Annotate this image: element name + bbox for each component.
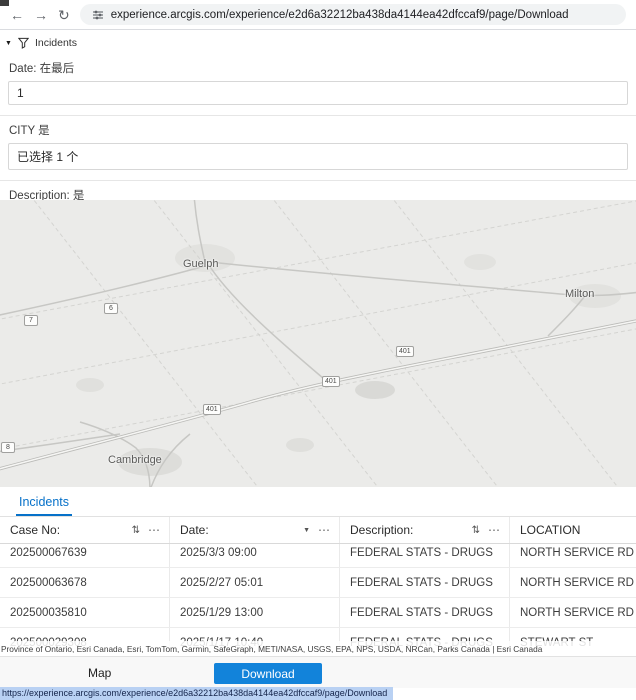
filter-header: ▼ Incidents	[0, 30, 636, 54]
filter-group-city: CITY 是 已选择 1 个	[0, 116, 636, 181]
city-select[interactable]: 已选择 1 个	[8, 143, 628, 170]
table-row[interactable]: 202500063678 2025/2/27 05:01 FEDERAL STA…	[0, 568, 636, 598]
download-button[interactable]: Download	[214, 663, 322, 684]
map-label-cambridge: Cambridge	[108, 454, 162, 466]
forward-button[interactable]: →	[34, 8, 48, 22]
date-value-input[interactable]: 1	[8, 81, 628, 105]
list-tab-bar: Incidents	[0, 487, 636, 517]
address-bar[interactable]: experience.arcgis.com/experience/e2d6a32…	[79, 4, 626, 25]
table-body: 202500067639 2025/3/3 09:00 FEDERAL STAT…	[0, 538, 636, 648]
highway-shield-8-icon: 8	[1, 442, 15, 453]
map-attribution: Province of Ontario, Esri Canada, Esri, …	[0, 641, 636, 656]
highway-shield-401-icon: 401	[322, 376, 340, 387]
map-roads	[0, 200, 636, 487]
table-header: Case No: ⇅ ⋯ Date: ▼ ⋯ Description: ⇅ ⋯ …	[0, 517, 636, 544]
url-text: experience.arcgis.com/experience/e2d6a32…	[110, 8, 569, 21]
window-corner-artifact	[0, 0, 9, 6]
column-menu-icon[interactable]: ⋯	[488, 523, 500, 537]
cell-description: FEDERAL STATS - DRUGS	[340, 568, 510, 597]
cell-location: NORTH SERVICE RD E	[520, 576, 636, 589]
sort-desc-icon[interactable]: ▼	[303, 527, 310, 534]
col-header-location: LOCATION	[520, 523, 581, 537]
cell-case-no: 202500035810	[0, 598, 170, 627]
sort-icon[interactable]: ⇅	[472, 525, 480, 536]
col-header-date: Date:	[180, 523, 209, 537]
column-menu-icon[interactable]: ⋯	[318, 523, 330, 537]
table-row[interactable]: 202500035810 2025/1/29 13:00 FEDERAL STA…	[0, 598, 636, 628]
filter-title: Incidents	[34, 37, 77, 49]
column-menu-icon[interactable]: ⋯	[148, 523, 160, 537]
cell-case-no: 202500063678	[0, 568, 170, 597]
col-header-case-no: Case No:	[10, 523, 61, 537]
cell-date: 2025/1/29 13:00	[170, 598, 340, 627]
map-label-milton: Milton	[565, 288, 595, 300]
reload-button[interactable]: ↻	[58, 8, 70, 22]
highway-shield-7-icon: 7	[24, 315, 38, 326]
highway-shield-401-icon: 401	[396, 346, 414, 357]
collapse-caret-icon[interactable]: ▼	[5, 40, 12, 47]
browser-toolbar: ← → ↻ experience.arcgis.com/experience/e…	[0, 0, 636, 30]
filter-funnel-icon	[17, 37, 29, 49]
col-header-description: Description:	[350, 523, 414, 537]
filter-label-date: Date: 在最后	[9, 63, 75, 75]
highway-shield-401-icon: 401	[203, 404, 221, 415]
site-info-icon[interactable]	[92, 9, 104, 21]
cell-date: 2025/2/27 05:01	[170, 568, 340, 597]
page-nav-footer: Map Download	[0, 656, 636, 688]
map-canvas[interactable]: Guelph Milton Cambridge 7 6 401 401 401 …	[0, 200, 636, 487]
cell-description: FEDERAL STATS - DRUGS	[340, 598, 510, 627]
filter-group-date: Date: 在最后 1	[0, 54, 636, 116]
status-bar-url: https://experience.arcgis.com/experience…	[0, 687, 394, 700]
map-label-guelph: Guelph	[183, 258, 219, 270]
cell-location: NORTH SERVICE RD W	[520, 606, 636, 619]
nav-link-map[interactable]: Map	[88, 666, 111, 680]
highway-shield-6-icon: 6	[104, 303, 118, 314]
incidents-table: Case No: ⇅ ⋯ Date: ▼ ⋯ Description: ⇅ ⋯ …	[0, 517, 636, 648]
back-button[interactable]: ←	[10, 8, 24, 22]
tab-incidents[interactable]: Incidents	[16, 489, 73, 516]
sort-icon[interactable]: ⇅	[132, 525, 140, 536]
filter-label-city: CITY 是	[9, 125, 50, 137]
